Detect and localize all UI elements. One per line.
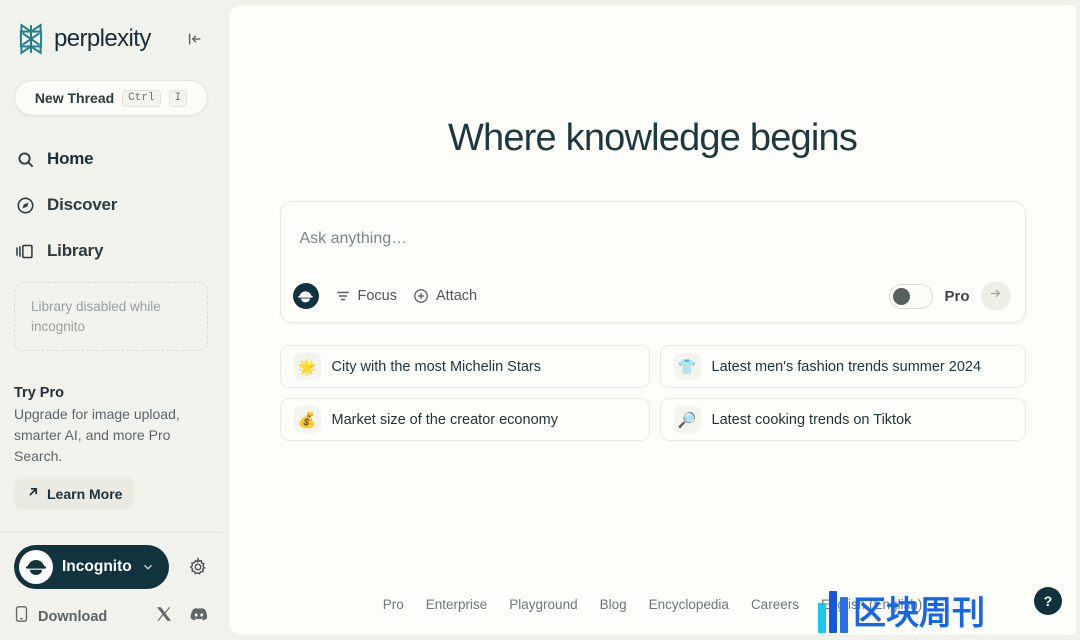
help-button[interactable]: ? <box>1034 587 1062 615</box>
focus-label: Focus <box>357 288 398 304</box>
try-pro-body: Upgrade for image upload, smarter AI, an… <box>14 406 180 464</box>
ask-toolbar: Focus Attach Pro <box>281 270 1025 322</box>
suggestion-emoji-icon: 🔎 <box>673 406 701 433</box>
sidebar-nav: Home Discover Library <box>0 136 222 274</box>
footer-link-playground[interactable]: Playground <box>509 597 577 612</box>
collapse-sidebar-icon[interactable] <box>182 26 208 52</box>
new-thread-button[interactable]: New Thread Ctrl I <box>14 80 208 116</box>
new-thread-label: New Thread <box>34 90 115 106</box>
library-disabled-note: Library disabled while incognito <box>14 282 208 352</box>
sidebar: perplexity New Thread Ctrl I Home Discov… <box>0 0 222 640</box>
footer-link-blog[interactable]: Blog <box>600 597 627 612</box>
new-thread-key-mod: Ctrl <box>122 89 161 107</box>
ask-section: Ask anything… Focus Attach Pro <box>279 201 1026 323</box>
pro-toggle-knob <box>893 287 911 305</box>
footer-link-pro[interactable]: Pro <box>383 597 404 612</box>
perplexity-logo-icon[interactable] <box>14 22 48 56</box>
suggestion-emoji-icon: 👕 <box>673 353 701 380</box>
suggestion-card[interactable]: 👕 Latest men's fashion trends summer 202… <box>659 345 1026 388</box>
incognito-hat-icon[interactable] <box>292 283 319 309</box>
page-title: Where knowledge begins <box>447 117 858 159</box>
footer-link-enterprise[interactable]: Enterprise <box>426 597 488 612</box>
footer-link-language[interactable]: English (English) <box>821 597 922 612</box>
new-thread-key-letter: I <box>168 89 188 107</box>
arrow-up-right-icon <box>26 485 40 502</box>
suggestion-card[interactable]: 💰 Market size of the creator economy <box>279 398 650 441</box>
library-icon <box>14 240 36 262</box>
pro-toggle[interactable] <box>889 283 934 309</box>
focus-button[interactable]: Focus <box>335 288 398 304</box>
discord-icon[interactable] <box>190 607 208 627</box>
download-row: Download <box>0 601 222 640</box>
social-links <box>156 606 208 627</box>
suggestion-cards: 🌟 City with the most Michelin Stars 👕 La… <box>279 345 1026 441</box>
footer-link-careers[interactable]: Careers <box>751 597 799 612</box>
download-label[interactable]: Download <box>38 609 107 625</box>
try-pro-title: Try Pro <box>14 385 64 402</box>
footer-link-encyclopedia[interactable]: Encyclopedia <box>649 597 729 612</box>
sidebar-item-discover[interactable]: Discover <box>14 182 208 228</box>
gear-icon[interactable] <box>188 557 208 577</box>
main-content: Where knowledge begins Ask anything… Foc… <box>228 4 1076 636</box>
attach-label: Attach <box>436 288 478 304</box>
learn-more-button[interactable]: Learn More <box>14 477 135 511</box>
arrow-right-icon <box>988 286 1003 306</box>
suggestion-emoji-icon: 💰 <box>293 406 321 433</box>
submit-button[interactable] <box>980 281 1011 311</box>
chevron-down-icon <box>141 560 155 574</box>
compass-icon <box>14 194 36 216</box>
sidebar-item-library-label: Library <box>47 241 104 260</box>
pro-toggle-label: Pro <box>944 287 970 305</box>
account-menu-button[interactable]: Incognito <box>14 545 169 589</box>
attach-button[interactable]: Attach <box>413 288 477 304</box>
sidebar-item-home[interactable]: Home <box>14 136 208 182</box>
suggestion-emoji-icon: 🌟 <box>293 353 321 380</box>
sidebar-footer: Incognito Download <box>0 532 222 640</box>
suggestion-label: Latest cooking trends on Tiktok <box>711 411 912 428</box>
filter-lines-icon <box>335 288 351 304</box>
account-row: Incognito <box>0 533 222 601</box>
ask-right-tools: Pro <box>889 281 1011 311</box>
suggestion-card[interactable]: 🔎 Latest cooking trends on Tiktok <box>659 398 1026 441</box>
sidebar-item-home-label: Home <box>47 149 94 168</box>
brand-name: perplexity <box>54 25 151 52</box>
footer-links: Pro Enterprise Playground Blog Encyclope… <box>229 597 1076 612</box>
ask-input-placeholder: Ask anything… <box>299 230 408 247</box>
x-twitter-icon[interactable] <box>156 606 172 627</box>
learn-more-label: Learn More <box>47 485 123 502</box>
sidebar-item-library[interactable]: Library <box>14 228 208 274</box>
sidebar-item-discover-label: Discover <box>47 195 118 214</box>
suggestion-label: Latest men's fashion trends summer 2024 <box>711 358 982 375</box>
try-pro-panel: Try Pro Upgrade for image upload, smarte… <box>0 385 222 511</box>
suggestion-label: City with the most Michelin Stars <box>331 358 542 375</box>
incognito-hat-icon <box>19 550 53 584</box>
ask-input-box[interactable]: Ask anything… Focus Attach Pro <box>279 201 1026 323</box>
phone-icon <box>14 605 29 628</box>
suggestion-label: Market size of the creator economy <box>331 411 558 428</box>
sidebar-header: perplexity <box>0 0 222 58</box>
account-name: Incognito <box>62 558 132 575</box>
suggestion-card[interactable]: 🌟 City with the most Michelin Stars <box>279 345 650 388</box>
plus-circle-icon <box>413 288 429 304</box>
search-icon <box>14 148 36 170</box>
